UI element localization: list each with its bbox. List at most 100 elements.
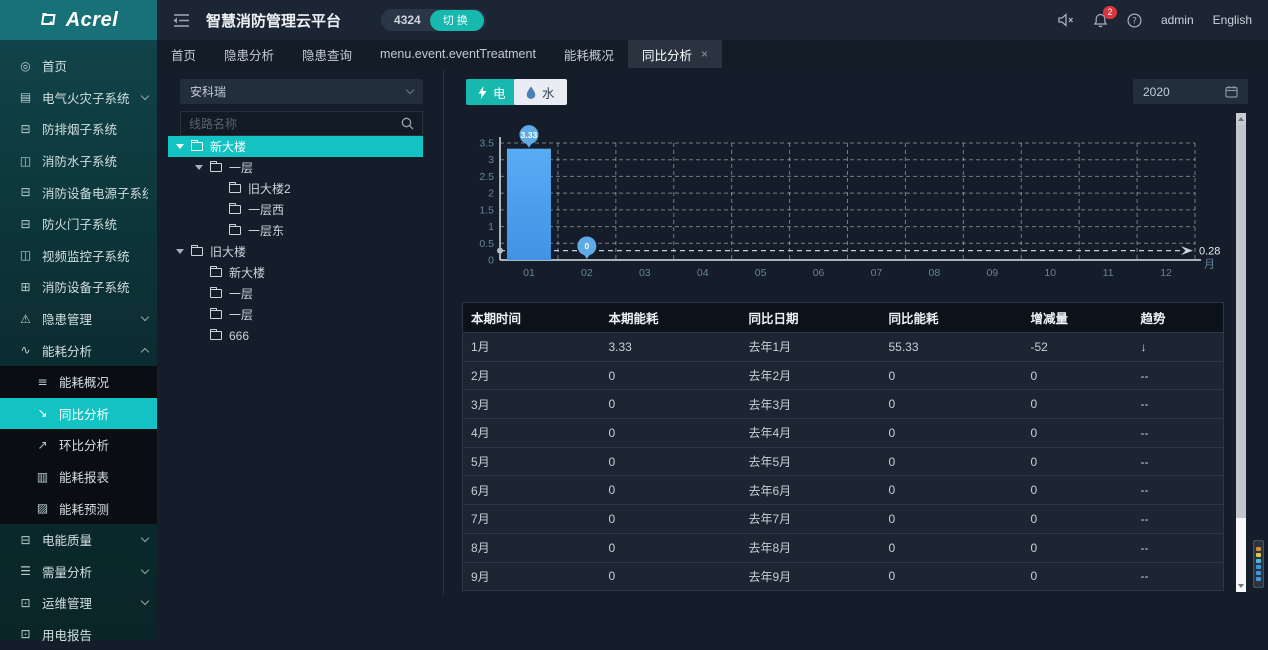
- electric-toggle-button[interactable]: 电: [466, 79, 518, 105]
- table-cell: 3月: [463, 390, 601, 419]
- tab-label: 隐患查询: [302, 45, 352, 64]
- sidebar-item[interactable]: ↘同比分析: [0, 398, 157, 430]
- table-cell: 1月: [463, 333, 601, 362]
- table-cell: 6月: [463, 476, 601, 505]
- sidebar-item-label: 电能质量: [42, 530, 133, 549]
- sound-mute-icon[interactable]: [1058, 13, 1074, 27]
- sidebar-item[interactable]: ▤电气火灾子系统: [0, 82, 157, 114]
- scrollbar-up-arrow[interactable]: [1236, 113, 1246, 125]
- tree-caret-icon[interactable]: [176, 144, 184, 149]
- table-cell: 4月: [463, 419, 601, 448]
- trend-cell: --: [1133, 505, 1224, 534]
- sidebar-item-label: 能耗概况: [59, 372, 148, 391]
- svg-text:03: 03: [639, 267, 651, 279]
- sidebar-item[interactable]: ◫视频监控子系统: [0, 240, 157, 272]
- tree-node[interactable]: 一层东: [168, 220, 423, 241]
- sidebar-item[interactable]: ⚠隐患管理: [0, 303, 157, 335]
- sidebar-item[interactable]: ⊟消防设备电源子系统: [0, 176, 157, 208]
- vertical-scrollbar[interactable]: [1236, 113, 1246, 592]
- switch-button[interactable]: 切换: [430, 10, 484, 31]
- sidebar-item[interactable]: ⊡用电报告: [0, 619, 157, 650]
- trend-up-icon: ↗: [35, 438, 50, 452]
- table-cell: 0: [881, 533, 1023, 562]
- sidebar-item-label: 能耗报表: [59, 467, 148, 486]
- sidebar-item[interactable]: ▥能耗报表: [0, 461, 157, 493]
- sidebar-item[interactable]: ◎首页: [0, 50, 157, 82]
- company-select[interactable]: 安科瑞: [180, 79, 423, 104]
- table-row: 9月0去年9月00--: [463, 562, 1224, 591]
- folder-icon: [210, 331, 222, 340]
- tab-label: 首页: [171, 45, 196, 64]
- table-cell: 0: [1023, 505, 1133, 534]
- year-picker[interactable]: 2020: [1133, 79, 1248, 104]
- sidebar-item[interactable]: ⊡运维管理: [0, 587, 157, 619]
- main-content: 安科瑞 新大楼一层旧大楼2一层西一层东旧大楼新大楼一层一层666 电: [157, 68, 1268, 640]
- svg-text:0: 0: [488, 255, 494, 267]
- sidebar-item-label: 消防设备子系统: [42, 277, 148, 296]
- notification-badge: 2: [1103, 6, 1117, 19]
- sidebar-item[interactable]: ⊞消防设备子系统: [0, 271, 157, 303]
- table-cell: 去年5月: [741, 447, 881, 476]
- table-cell: 5月: [463, 447, 601, 476]
- trend-cell: --: [1133, 390, 1224, 419]
- tab-close-icon[interactable]: ×: [701, 48, 708, 60]
- lightning-icon: [478, 86, 487, 99]
- svg-text:06: 06: [813, 267, 825, 279]
- lock-icon: ⊟: [18, 122, 33, 136]
- sidebar-item[interactable]: ☰需量分析: [0, 556, 157, 588]
- sidebar-item[interactable]: ∿能耗分析: [0, 334, 157, 366]
- menu-fold-icon[interactable]: [173, 13, 190, 28]
- sidebar-item[interactable]: ◫消防水子系统: [0, 145, 157, 177]
- line-search-box: [180, 111, 423, 136]
- table-cell: 9月: [463, 562, 601, 591]
- tab[interactable]: 隐患查询: [288, 40, 366, 68]
- tree-node[interactable]: 新大楼: [168, 262, 423, 283]
- sidebar-item[interactable]: ⊟电能质量: [0, 524, 157, 556]
- table-cell: 0: [601, 476, 741, 505]
- scrollbar-thumb[interactable]: [1236, 125, 1246, 518]
- sidebar-item[interactable]: ↗环比分析: [0, 429, 157, 461]
- trend-down-icon: ↘: [35, 406, 50, 420]
- language-switch[interactable]: English: [1213, 13, 1252, 27]
- tree-node[interactable]: 旧大楼2: [168, 178, 423, 199]
- tab[interactable]: 同比分析×: [628, 40, 722, 68]
- svg-text:3: 3: [488, 154, 494, 166]
- tree-caret-icon[interactable]: [176, 249, 184, 254]
- table-cell: 0: [1023, 562, 1133, 591]
- table-column-header: 本期能耗: [601, 303, 741, 333]
- svg-text:02: 02: [581, 267, 593, 279]
- line-search-input[interactable]: [181, 117, 392, 131]
- scrollbar-down-arrow[interactable]: [1236, 580, 1246, 592]
- search-icon[interactable]: [392, 112, 422, 135]
- tree-node[interactable]: 一层: [168, 304, 423, 325]
- lock-icon: ⊟: [18, 185, 33, 199]
- tab[interactable]: 能耗概况: [550, 40, 628, 68]
- sidebar-item[interactable]: ⊟防排烟子系统: [0, 113, 157, 145]
- report-icon: ⊡: [18, 627, 33, 641]
- table-cell: 3.33: [601, 333, 741, 362]
- folder-icon: [229, 205, 241, 214]
- sidebar-item[interactable]: ⊟防火门子系统: [0, 208, 157, 240]
- help-icon[interactable]: ?: [1127, 13, 1142, 28]
- tree-node[interactable]: 一层: [168, 157, 423, 178]
- tree-node[interactable]: 一层西: [168, 199, 423, 220]
- yoy-bar-chart: 00.511.522.533.5010203040506070809101112…: [460, 110, 1232, 288]
- list-icon: ≡: [35, 375, 50, 389]
- sidebar-item[interactable]: ≡ 能耗概况: [0, 366, 157, 398]
- tree-node[interactable]: 一层: [168, 283, 423, 304]
- tab[interactable]: 隐患分析: [210, 40, 288, 68]
- station-count: 4324: [394, 13, 421, 27]
- tree-node-label: 666: [229, 329, 249, 343]
- tab[interactable]: menu.event.eventTreatment: [366, 40, 550, 68]
- tree-caret-icon[interactable]: [195, 165, 203, 170]
- svg-text:月: 月: [1204, 259, 1215, 271]
- tree-node[interactable]: 旧大楼: [168, 241, 423, 262]
- table-cell: 去年4月: [741, 419, 881, 448]
- folder-icon: [229, 184, 241, 193]
- tree-node[interactable]: 新大楼: [168, 136, 423, 157]
- tab[interactable]: 首页: [157, 40, 210, 68]
- sidebar-item[interactable]: ▨能耗预测: [0, 492, 157, 524]
- user-menu[interactable]: admin: [1161, 13, 1194, 27]
- water-toggle-button[interactable]: 水: [514, 79, 567, 105]
- tree-node[interactable]: 666: [168, 325, 423, 346]
